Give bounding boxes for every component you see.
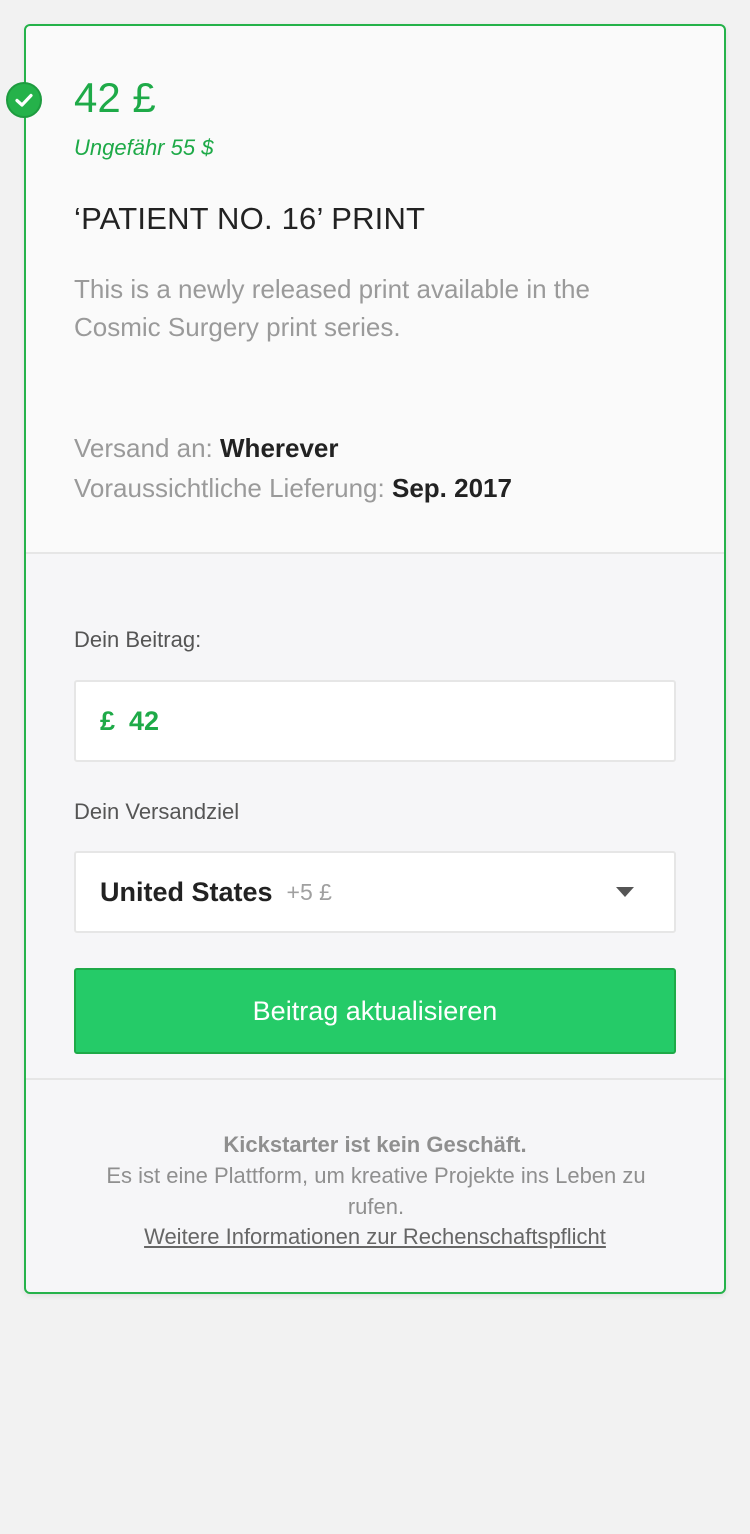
reward-meta: Versand an: Wherever Voraussichtliche Li… [74,428,512,508]
reward-description: This is a newly released print available… [74,274,590,342]
shipping-country: United States [100,876,273,907]
caret-down-icon [616,887,634,897]
ships-to-row: Versand an: Wherever [74,428,512,468]
footer-headline: Kickstarter ist kein Geschäft. [223,1132,527,1157]
reward-title: ‘PATIENT NO. 16’ PRINT [74,201,426,236]
pledge-amount-label: Dein Beitrag: [74,627,202,652]
ships-to-label: Versand an: [74,433,213,463]
pledge-amount-input[interactable]: £ 42 [74,680,676,762]
delivery-row: Voraussichtliche Lieferung: Sep. 2017 [74,468,512,508]
ships-to-value: Wherever [220,433,339,463]
pledge-amount-value[interactable]: 42 [129,706,159,737]
accountability-link[interactable]: Weitere Informationen zur Rechenschaftsp… [26,1222,724,1252]
shipping-surcharge: +5 £ [286,878,332,905]
accountability-footer: Kickstarter ist kein Geschäft. Es ist ei… [26,1080,724,1292]
shipping-destination-select[interactable]: United States +5 £ [74,851,676,933]
reward-card: 42 £ Ungefähr 55 $ ‘PATIENT NO. 16’ PRIN… [6,24,726,1294]
shipping-destination-label: Dein Versandziel [74,799,240,824]
reward-approx-price: Ungefähr 55 $ [74,135,214,160]
pledge-form: Dein Beitrag: £ 42 Dein Versandziel Unit… [26,554,724,1080]
delivery-label: Voraussichtliche Lieferung: [74,473,385,503]
update-pledge-button[interactable]: Beitrag aktualisieren [74,968,676,1054]
footer-text: Es ist eine Plattform, um kreative Proje… [106,1163,646,1219]
delivery-value: Sep. 2017 [391,473,512,503]
currency-symbol: £ [100,705,116,736]
reward-price: 42 £ [74,74,156,121]
